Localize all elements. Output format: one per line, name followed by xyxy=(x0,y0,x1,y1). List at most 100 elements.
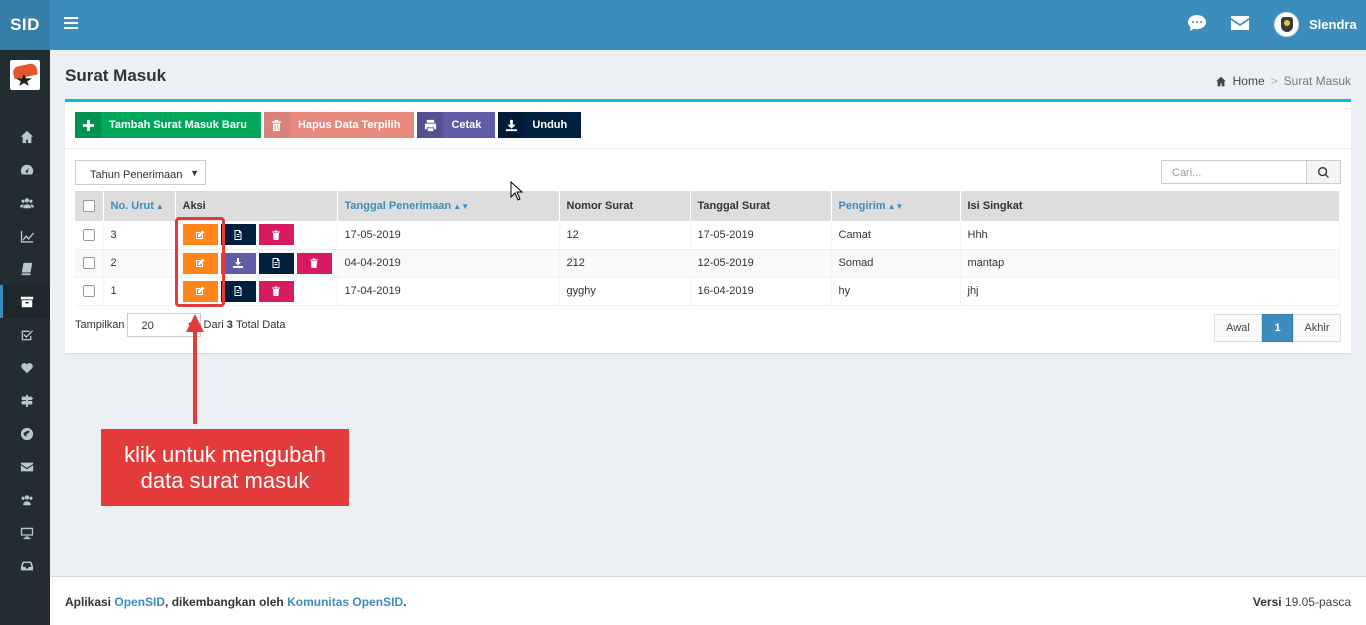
user-name[interactable]: Slendra xyxy=(1309,17,1357,32)
footer-middle: , dikembangkan oleh xyxy=(165,595,284,609)
cell-nomor-surat: gyghy xyxy=(559,277,691,306)
sidebar-item-penduduk[interactable] xyxy=(0,186,50,219)
sidebar-item-sekretariat[interactable] xyxy=(0,285,50,318)
print-icon xyxy=(424,119,437,131)
footer: Aplikasi OpenSID, dikembangkan oleh Komu… xyxy=(50,576,1366,625)
column-isi-singkat: Isi Singkat xyxy=(960,191,1340,221)
book-icon xyxy=(21,262,32,275)
desktop-icon xyxy=(20,527,33,539)
total-count: 3 xyxy=(226,319,233,331)
column-isi-singkat-label: Isi Singkat xyxy=(967,200,1023,212)
row-checkbox[interactable] xyxy=(83,228,95,241)
page-current-button[interactable]: 1 xyxy=(1262,314,1293,342)
column-nomor-surat-label: Nomor Surat xyxy=(566,200,634,212)
year-filter-select[interactable]: Tahun Penerimaan ▼ xyxy=(75,160,206,185)
version-label: Versi xyxy=(1252,595,1282,609)
sort-icon: ▲▼ xyxy=(887,202,904,211)
page-first-button[interactable]: Awal xyxy=(1214,314,1262,342)
column-pengirim[interactable]: Pengirim ▲▼ xyxy=(831,191,961,221)
cell-nomor-surat: 12 xyxy=(559,221,691,250)
footer-version: Versi 19.05-pasca xyxy=(1253,595,1351,609)
breadcrumb-current: Surat Masuk xyxy=(1283,74,1351,88)
sidebar-item-home[interactable] xyxy=(0,120,50,153)
sidebar-item-dashboard[interactable] xyxy=(0,153,50,186)
delete-button[interactable] xyxy=(296,252,332,274)
select-all-checkbox[interactable] xyxy=(83,200,95,213)
trash-icon xyxy=(272,286,280,296)
breadcrumb-home[interactable]: Home xyxy=(1233,74,1265,88)
sidebar-item-pengguna[interactable] xyxy=(0,483,50,516)
print-button[interactable]: Cetak xyxy=(417,112,496,138)
cell-no: 2 xyxy=(103,249,176,278)
menu-toggle-icon[interactable] xyxy=(64,17,78,29)
download-file-button[interactable] xyxy=(220,252,256,274)
brand-logo[interactable]: SID xyxy=(0,0,50,50)
sidebar-item-sms[interactable] xyxy=(0,450,50,483)
sidebar-item-analisis[interactable] xyxy=(0,351,50,384)
user-avatar[interactable] xyxy=(1274,12,1299,37)
annotation-line-1: klik untuk mengubah xyxy=(124,441,326,467)
row-checkbox[interactable] xyxy=(83,257,95,270)
search-input[interactable]: Cari... xyxy=(1161,160,1307,184)
sidebar-item-layanan[interactable] xyxy=(0,252,50,285)
home-icon xyxy=(1215,76,1226,86)
chart-icon xyxy=(20,230,34,243)
column-nomor-surat: Nomor Surat xyxy=(559,191,691,221)
globe-icon xyxy=(20,427,33,440)
sort-icon: ▲▼ xyxy=(453,202,470,211)
view-file-button[interactable] xyxy=(220,224,256,246)
column-tanggal-surat-label: Tanggal Surat xyxy=(697,200,771,212)
download-icon xyxy=(233,258,243,268)
cell-pengirim: Camat xyxy=(831,221,961,250)
column-no-label: No. Urut xyxy=(110,200,154,212)
users-icon xyxy=(19,197,34,208)
opensid-link[interactable]: OpenSID xyxy=(114,595,165,609)
delete-selected-button[interactable]: Hapus Data Terpilih xyxy=(263,112,415,138)
download-icon xyxy=(505,119,517,131)
delete-button[interactable] xyxy=(258,280,294,302)
file-icon xyxy=(234,286,242,296)
annotation-arrow xyxy=(193,328,197,424)
sidebar-item-statistik[interactable] xyxy=(0,219,50,252)
check-square-icon xyxy=(21,329,33,340)
search-group: Cari... xyxy=(1161,160,1341,184)
envelope-icon[interactable] xyxy=(1230,14,1250,35)
envelope-icon xyxy=(20,462,33,471)
footer-credits: Aplikasi OpenSID, dikembangkan oleh Komu… xyxy=(65,595,406,609)
sidebar-item-layanan-mandiri[interactable] xyxy=(0,549,50,582)
trash-icon xyxy=(272,230,280,240)
view-file-button[interactable] xyxy=(258,252,294,274)
trash-icon xyxy=(310,258,318,268)
download-button[interactable]: Unduh xyxy=(498,112,582,138)
sidebar-item-keuangan[interactable] xyxy=(0,318,50,351)
page-size-value: 20 xyxy=(141,320,154,332)
village-logo xyxy=(10,60,40,90)
table-row: 1 17-04-2019 gyghy 16-04-2019 hy jhj xyxy=(75,277,1340,306)
print-label: Cetak xyxy=(451,119,482,131)
column-no-urut[interactable]: No. Urut ▲ xyxy=(103,191,176,221)
download-label: Unduh xyxy=(532,119,568,131)
view-file-button[interactable] xyxy=(220,280,256,302)
caret-down-icon: ▼ xyxy=(190,168,199,178)
file-icon xyxy=(272,258,280,268)
sidebar-item-pemetaan[interactable] xyxy=(0,417,50,450)
add-surat-button[interactable]: Tambah Surat Masuk Baru xyxy=(75,112,261,138)
page-last-button[interactable]: Akhir xyxy=(1293,314,1341,342)
komunitas-link[interactable]: Komunitas OpenSID xyxy=(287,595,403,609)
inbox-icon xyxy=(20,561,33,570)
column-tanggal-penerimaan[interactable]: Tanggal Penerimaan ▲▼ xyxy=(337,191,560,221)
sidebar-item-admin-web[interactable] xyxy=(0,516,50,549)
row-checkbox[interactable] xyxy=(83,285,95,298)
plus-icon xyxy=(82,119,94,131)
search-button[interactable] xyxy=(1307,160,1341,184)
cell-tanggal-penerimaan: 17-04-2019 xyxy=(337,277,560,306)
add-surat-label: Tambah Surat Masuk Baru xyxy=(109,119,247,131)
select-all-header xyxy=(75,191,104,221)
delete-button[interactable] xyxy=(258,224,294,246)
comments-icon[interactable] xyxy=(1187,14,1207,35)
annotation-line-2: data surat masuk xyxy=(140,467,310,493)
search-icon xyxy=(1318,166,1329,178)
page-length-control: Tampilkan 20 ▼ Dari 3 Total Data xyxy=(75,313,285,337)
sidebar-item-bantuan[interactable] xyxy=(0,384,50,417)
total-suffix: Total Data xyxy=(235,319,286,331)
